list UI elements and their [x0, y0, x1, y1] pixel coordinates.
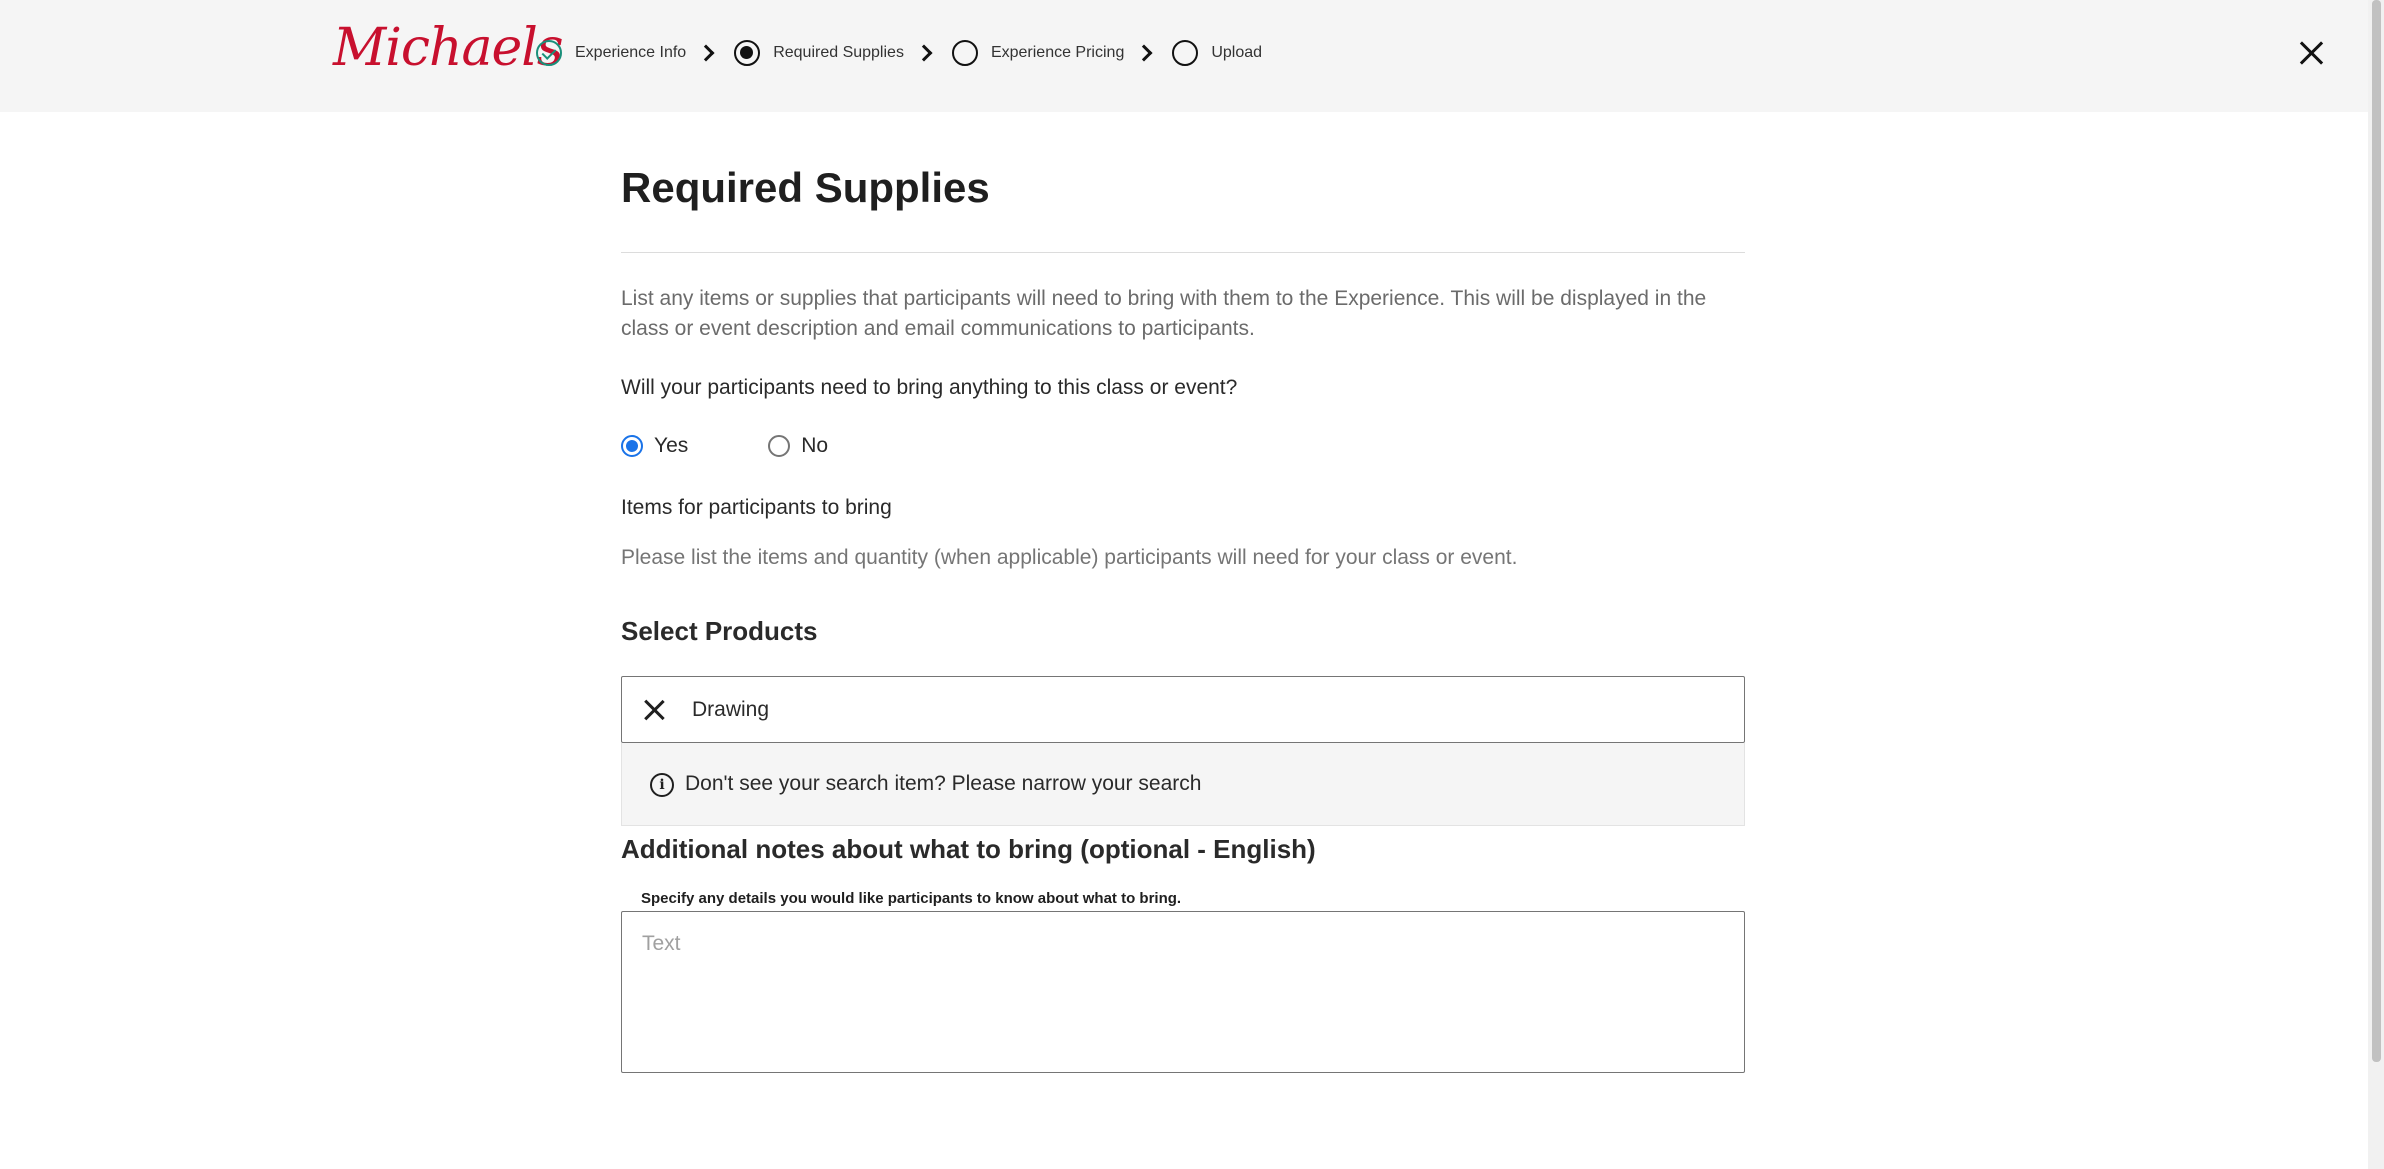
bring-question: Will your participants need to bring any… [621, 376, 1238, 399]
bring-radio-group: Yes No [621, 434, 828, 458]
search-results-dropdown: i Don't see your search item? Please nar… [621, 743, 1745, 826]
product-search-input[interactable] [692, 687, 1722, 733]
step-experience-info[interactable]: Experience Info [536, 40, 686, 66]
radio-no[interactable] [768, 435, 791, 457]
empty-circle-icon [1172, 40, 1199, 66]
scrollbar-thumb[interactable] [2372, 0, 2381, 1062]
notes-textarea[interactable] [621, 911, 1745, 1073]
chevron-right-icon [1135, 44, 1153, 62]
notes-title: Additional notes about what to bring (op… [621, 834, 1316, 864]
step-required-supplies[interactable]: Required Supplies [734, 40, 904, 66]
info-icon: i [650, 773, 674, 797]
notes-help-text: Specify any details you would like parti… [641, 890, 1182, 907]
progress-stepper: Experience Info Required Supplies Experi… [536, 38, 1262, 68]
close-icon[interactable] [2298, 40, 2324, 66]
michaels-logo[interactable]: Michaels [333, 18, 564, 78]
top-bar: Michaels Experience Info Required Suppli… [0, 0, 2368, 112]
step-label: Experience Pricing [990, 44, 1125, 61]
product-search-box [621, 676, 1745, 743]
chevron-right-icon [915, 44, 933, 62]
radio-yes[interactable] [621, 435, 643, 457]
page-description: List any items or supplies that particip… [621, 287, 1707, 340]
main-content: Required Supplies List any items or supp… [621, 160, 1745, 1073]
step-label: Required Supplies [773, 44, 904, 61]
clear-search-icon[interactable] [643, 699, 665, 721]
page-title: Required Supplies [621, 164, 990, 211]
chevron-right-icon [697, 44, 715, 62]
step-upload[interactable]: Upload [1172, 40, 1262, 66]
radio-no-label[interactable]: No [801, 434, 828, 458]
divider [621, 252, 1745, 253]
current-step-icon [734, 40, 761, 66]
step-label: Experience Info [575, 44, 687, 61]
step-experience-pricing[interactable]: Experience Pricing [951, 40, 1125, 66]
items-label: Items for participants to bring [621, 496, 892, 519]
no-results-message: Don't see your search item? Please narro… [685, 772, 1202, 795]
empty-circle-icon [951, 40, 978, 66]
select-products-title: Select Products [621, 616, 818, 646]
radio-yes-label[interactable]: Yes [654, 434, 688, 458]
items-help-text: Please list the items and quantity (when… [621, 546, 1518, 569]
step-label: Upload [1211, 44, 1263, 61]
check-circle-icon [536, 40, 562, 66]
